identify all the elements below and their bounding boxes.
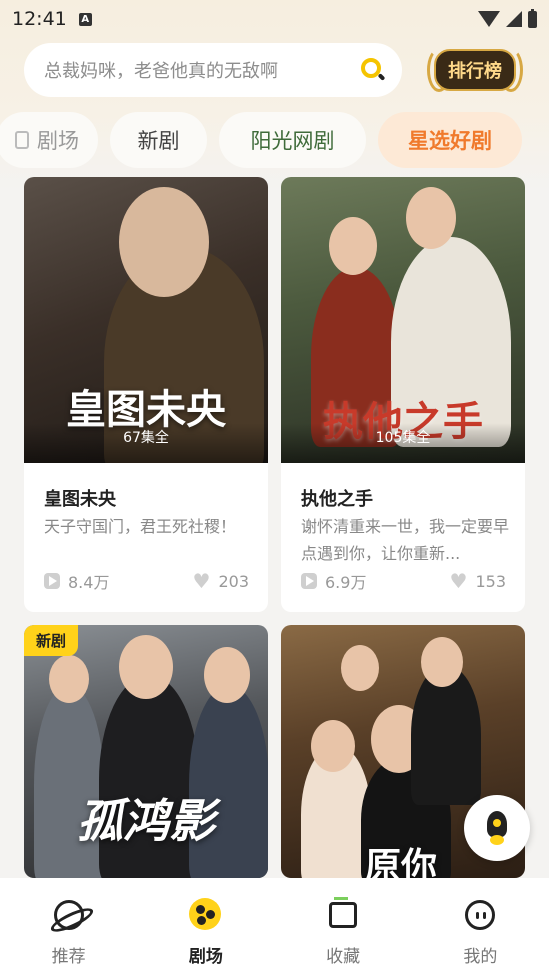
drama-card[interactable]: 孤鸿影 新剧 [24,625,268,878]
search-input[interactable]: 总裁妈咪，老爸他真的无敌啊 [44,57,360,83]
like-count: 203 [218,571,249,591]
search-icon[interactable] [360,57,386,83]
theater-tab-icon [15,131,29,149]
poster-face [421,637,463,687]
category-tabs: 剧场 新剧 阳光网剧 星选好剧 [0,112,549,168]
signal-icon [506,11,522,27]
tab-new[interactable]: 新剧 [110,112,207,168]
ranking-label: 排行榜 [434,49,516,91]
play-count-icon [301,573,317,589]
drama-description: 天子守国门，君王死社稷！ [44,517,237,536]
drama-stats: 8.4万 ♥ 203 [44,569,249,593]
poster-face [311,720,355,772]
poster-title: 原你 [364,845,437,878]
like-icon: ♥ [192,569,211,593]
drama-card[interactable]: 皇图未央 67集全 皇图未央 天子守国门，君王死社稷！ 8.4万 ♥ 203 [24,177,268,612]
tab-theater[interactable]: 剧场 [0,112,98,168]
poster-face [119,187,209,297]
tab-label: 剧场 [37,129,79,153]
play-count: 6.9万 [325,573,367,592]
drama-poster[interactable]: 皇图未央 67集全 [24,177,268,463]
planet-icon [52,898,86,932]
poster-face [341,645,379,691]
rocket-float-button[interactable] [464,795,530,861]
nav-favorites[interactable]: 收藏 [275,878,412,977]
tab-star-picks[interactable]: 星选好剧 [378,112,522,168]
tab-label: 阳光网剧 [250,129,335,153]
drama-card[interactable]: 执他之手 105集全 执他之手 谢怀清重来一世，我一定要早点遇到你，让你重新..… [281,177,525,612]
notification-icon: A [78,12,92,26]
nav-recommend[interactable]: 推荐 [0,878,137,977]
rocket-icon [484,811,510,845]
drama-stats: 6.9万 ♥ 153 [301,569,506,593]
play-count: 8.4万 [68,573,110,592]
wifi-icon [478,11,500,27]
profile-icon [463,898,497,932]
status-indicators [478,8,537,28]
search-bar[interactable]: 总裁妈咪，老爸他真的无敌啊 [24,43,402,97]
tab-label: 新剧 [137,129,180,153]
play-count-icon [44,573,60,589]
nav-label: 收藏 [326,947,361,967]
ranking-button[interactable]: 排行榜 [427,44,523,96]
episode-count: 105集全 [281,423,525,463]
nav-label: 我的 [463,947,498,967]
episode-count: 67集全 [24,423,268,463]
nav-mine[interactable]: 我的 [412,878,549,977]
theater-icon [188,898,223,932]
like-count: 153 [475,571,506,591]
poster-face [49,655,89,703]
bottom-nav: 推荐 剧场 收藏 我的 [0,878,549,977]
nav-theater[interactable]: 剧场 [137,878,274,977]
status-time: 12:41 [12,8,67,30]
like-icon: ♥ [449,569,468,593]
poster-face [329,217,377,275]
poster-face [406,187,456,249]
drama-poster[interactable]: 执他之手 105集全 [281,177,525,463]
nav-label: 推荐 [51,947,86,967]
tab-sunshine[interactable]: 阳光网剧 [219,112,366,168]
status-bar: 12:41 A [0,0,549,38]
poster-face [119,635,173,699]
tab-label: 星选好剧 [408,129,492,153]
nav-label: 剧场 [188,947,223,967]
poster-title: 孤鸿影 [77,794,215,848]
drama-poster[interactable]: 孤鸿影 新剧 [24,625,268,878]
bookmark-icon [326,897,360,932]
drama-description: 谢怀清重来一世，我一定要早点遇到你，让你重新... [301,517,510,563]
drama-title: 执他之手 [301,489,373,510]
new-badge: 新剧 [24,625,79,656]
drama-title: 皇图未央 [44,489,116,510]
battery-icon [528,8,537,28]
poster-face [204,647,250,703]
